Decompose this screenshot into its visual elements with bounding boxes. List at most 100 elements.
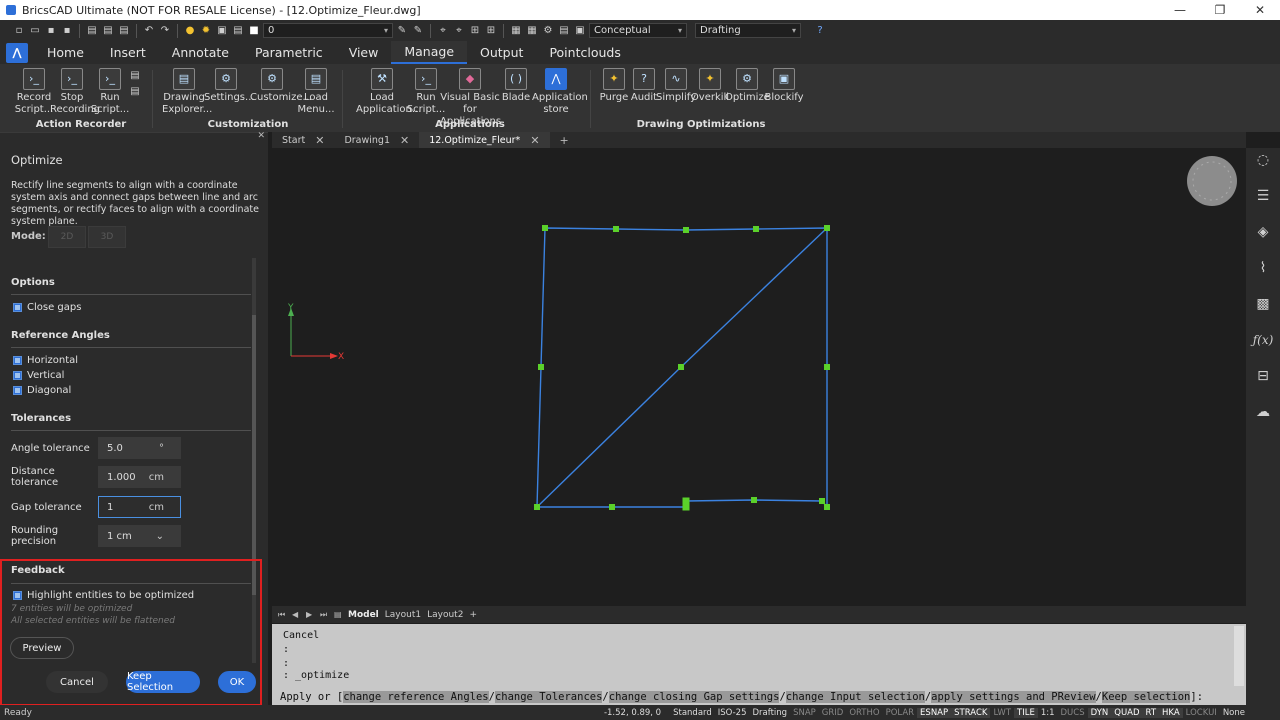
- status-toggle-lockui[interactable]: LOCKUI: [1183, 708, 1220, 718]
- drawing-explorer-icon[interactable]: ▤: [557, 24, 571, 38]
- status-toggle-ortho[interactable]: ORTHO: [846, 708, 882, 718]
- function-fx-icon[interactable]: ƒ(x): [1253, 330, 1274, 350]
- status-toggle-esnap[interactable]: ESNAP: [917, 707, 952, 718]
- grip-handle[interactable]: [609, 504, 615, 510]
- view-cube-navigation[interactable]: [1187, 156, 1237, 206]
- cloud-upload-icon[interactable]: ☁: [1253, 402, 1273, 422]
- grip-handle[interactable]: [613, 226, 619, 232]
- option-input-selection[interactable]: change Input selection: [785, 690, 925, 703]
- command-prompt[interactable]: Apply or [ change reference Angles / chang…: [272, 688, 1246, 705]
- lock-icon[interactable]: ▣: [215, 24, 229, 38]
- tab-view[interactable]: View: [336, 41, 392, 64]
- hatch-pattern-icon[interactable]: ▩: [1253, 294, 1273, 314]
- recorder-options-icon[interactable]: ▤: [128, 68, 142, 82]
- close-gaps-checkbox[interactable]: Close gaps: [13, 302, 81, 313]
- print-layer-icon[interactable]: ▤: [231, 24, 245, 38]
- grip-handle[interactable]: [751, 497, 757, 503]
- open-folder-icon[interactable]: ▭: [28, 24, 42, 38]
- close-window-button[interactable]: ✕: [1240, 0, 1280, 20]
- mode-3d-button[interactable]: 3D: [88, 226, 126, 248]
- grip-handle[interactable]: [542, 225, 548, 231]
- settings-button[interactable]: ⚙ Settings...: [204, 68, 255, 104]
- print-icon[interactable]: ▤: [85, 24, 99, 38]
- tab-layout1[interactable]: Layout1: [385, 610, 421, 620]
- grip-handle[interactable]: [538, 364, 544, 370]
- snap-tracking-icon[interactable]: ⌖: [436, 24, 450, 38]
- application-menu-button[interactable]: ⋀: [6, 42, 28, 63]
- grip-handle[interactable]: [534, 504, 540, 510]
- recorder-list-icon[interactable]: ▤: [128, 84, 142, 98]
- status-toggle-tile[interactable]: TILE: [1014, 707, 1038, 718]
- grip-handle[interactable]: [683, 227, 689, 233]
- doc-tab-drawing1[interactable]: Drawing1 ✕: [334, 132, 419, 148]
- prev-layout-icon[interactable]: ◀: [292, 610, 300, 619]
- tab-output[interactable]: Output: [467, 41, 536, 64]
- mode-2d-button[interactable]: 2D: [48, 226, 86, 248]
- redo-icon[interactable]: ↷: [158, 24, 172, 38]
- option-preview[interactable]: apply settings and PReview: [931, 690, 1096, 703]
- status-toggle-ducs[interactable]: DUCS: [1058, 708, 1088, 718]
- diagonal-checkbox[interactable]: Diagonal: [13, 385, 71, 396]
- new-tab-plus-icon[interactable]: +: [550, 132, 579, 148]
- sun-icon[interactable]: ✹: [199, 24, 213, 38]
- command-history[interactable]: Cancel : : : _optimize: [272, 624, 1246, 688]
- status-toggle-quad[interactable]: QUAD: [1111, 707, 1143, 718]
- dimension-icon[interactable]: ⊞: [484, 24, 498, 38]
- load-menu-button[interactable]: ▤ Load Menu...: [294, 68, 338, 116]
- tab-model[interactable]: Model: [348, 610, 379, 620]
- save-icon[interactable]: ▪: [44, 24, 58, 38]
- distance-tolerance-input[interactable]: 1.000 cm: [98, 466, 181, 488]
- rounding-precision-dropdown[interactable]: 1 cm ⌄: [98, 525, 181, 547]
- tab-parametric[interactable]: Parametric: [242, 41, 336, 64]
- layers-stack-icon[interactable]: ◈: [1253, 222, 1273, 242]
- grip-handle[interactable]: [682, 497, 690, 505]
- highlight-entities-checkbox[interactable]: Highlight entities to be optimized: [13, 590, 194, 601]
- layer-dropdown[interactable]: 0 ▾: [263, 23, 393, 38]
- structure-tree-icon[interactable]: ⊟: [1253, 366, 1273, 386]
- grip-handle[interactable]: [824, 364, 830, 370]
- minimize-button[interactable]: —: [1160, 0, 1200, 20]
- tab-annotate[interactable]: Annotate: [159, 41, 242, 64]
- close-tab-icon[interactable]: ✕: [530, 134, 539, 147]
- customize-button[interactable]: ⚙ Customize...: [250, 68, 312, 104]
- application-store-button[interactable]: ⋀ Application store: [532, 68, 588, 116]
- status-toggle-1-1[interactable]: 1:1: [1038, 708, 1058, 718]
- tab-pointclouds[interactable]: Pointclouds: [536, 41, 633, 64]
- option-reference-angles[interactable]: change reference Angles: [343, 690, 489, 703]
- option-gap-settings[interactable]: change closing Gap settings: [608, 690, 780, 703]
- tab-home[interactable]: Home: [34, 41, 97, 64]
- vertical-checkbox[interactable]: Vertical: [13, 370, 64, 381]
- grip-handle[interactable]: [682, 503, 690, 511]
- cancel-button[interactable]: Cancel: [46, 671, 108, 693]
- angle-tolerance-input[interactable]: 5.0 °: [98, 437, 181, 459]
- status-toggle-none[interactable]: None: [1220, 708, 1248, 718]
- blockify-button[interactable]: ▣ Blockify: [762, 68, 806, 104]
- workspace-dropdown[interactable]: Drafting ▾: [695, 23, 801, 38]
- grip-handle[interactable]: [824, 504, 830, 510]
- run-script-button[interactable]: ›_ Run Script...: [88, 68, 132, 116]
- ok-button[interactable]: OK: [218, 671, 256, 693]
- last-layout-icon[interactable]: ⏭: [320, 610, 328, 620]
- option-tolerances[interactable]: change Tolerances: [494, 690, 603, 703]
- save-as-icon[interactable]: ▪: [60, 24, 74, 38]
- plot-icon[interactable]: ▤: [117, 24, 131, 38]
- status-toggle-drafting[interactable]: Drafting: [749, 708, 790, 718]
- gap-tolerance-input[interactable]: 1 cm: [98, 496, 181, 518]
- option-keep-selection[interactable]: Keep selection: [1101, 690, 1191, 703]
- status-toggle-grid[interactable]: GRID: [819, 708, 847, 718]
- properties-sliders-icon[interactable]: ☰: [1253, 186, 1273, 206]
- visual-style-dropdown[interactable]: Conceptual ▾: [589, 23, 687, 38]
- command-scrollbar[interactable]: [1234, 626, 1244, 686]
- preview-button[interactable]: Preview: [10, 637, 74, 659]
- match-layer-icon[interactable]: ✎: [411, 24, 425, 38]
- tab-insert[interactable]: Insert: [97, 41, 159, 64]
- drawing-canvas[interactable]: Y X: [272, 148, 1246, 606]
- status-toggle-snap[interactable]: SNAP: [790, 708, 819, 718]
- doc-tab-optimize-fleur[interactable]: 12.Optimize_Fleur* ✕: [419, 132, 550, 148]
- settings-gear-icon[interactable]: ⚙: [541, 24, 555, 38]
- panel-drag-handle[interactable]: ✕: [0, 131, 268, 141]
- grip-handle[interactable]: [819, 498, 825, 504]
- drawing-explorer-button[interactable]: ▤ Drawing Explorer...: [162, 68, 212, 116]
- close-tab-icon[interactable]: ✕: [400, 134, 409, 147]
- status-toggle-lwt[interactable]: LWT: [990, 708, 1014, 718]
